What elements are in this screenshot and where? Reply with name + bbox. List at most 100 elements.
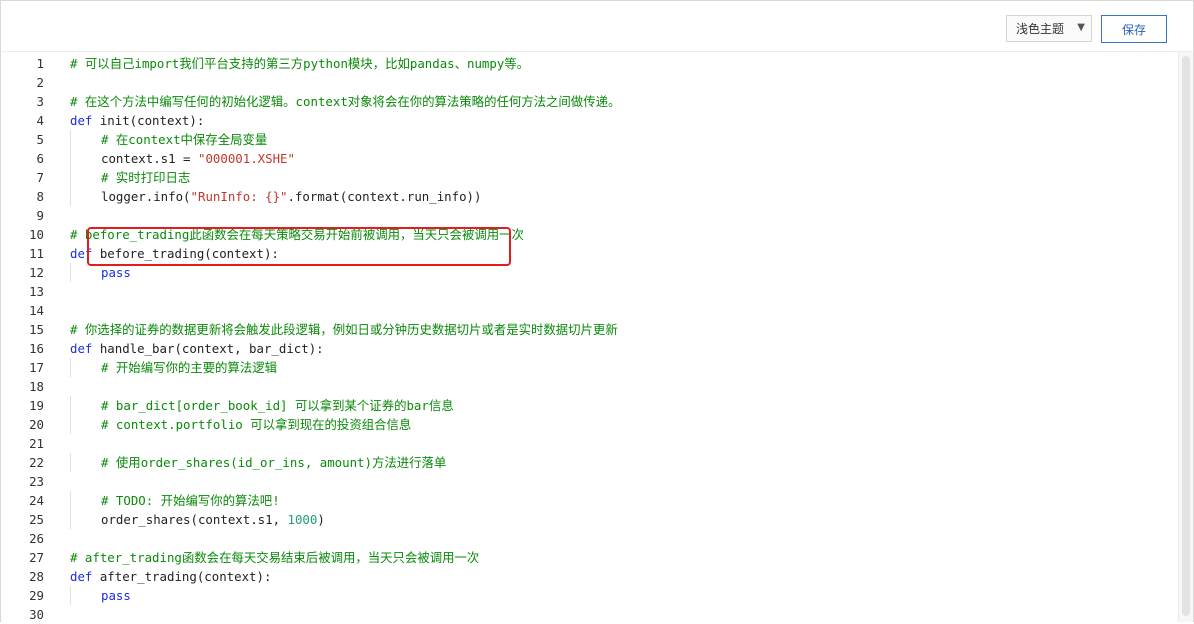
code-line[interactable]: 3 # 在这个方法中编写任何的初始化逻辑。context对象将会在你的算法策略的任… <box>2 92 1178 111</box>
code-keyword: def <box>70 341 100 356</box>
code-line[interactable]: 20 # context.portfolio 可以拿到现在的投资组合信息 <box>2 415 1178 434</box>
editor-window: 浅色主题 ▼ 保存 1 # 可以自己import我们平台支持的第三方python模… <box>0 0 1194 622</box>
code-string: "000001.XSHE" <box>197 151 295 166</box>
annotation-highlight-box <box>87 227 511 266</box>
line-number: 24 <box>29 493 44 508</box>
line-number: 7 <box>36 170 44 185</box>
line-number: 21 <box>29 436 44 451</box>
code-line[interactable]: 7 # 实时打印日志 <box>2 168 1178 187</box>
code-line[interactable]: 30 <box>2 605 1178 624</box>
line-code: context.s1 = "000001.XSHE" <box>70 149 295 168</box>
code-line[interactable]: 29 pass <box>2 586 1178 605</box>
code-line[interactable]: 2 <box>2 73 1178 92</box>
code-comment: # 实时打印日志 <box>101 170 191 185</box>
line-number: 12 <box>29 265 44 280</box>
code-line[interactable]: 26 <box>2 529 1178 548</box>
line-number: 13 <box>29 284 44 299</box>
line-number: 5 <box>36 132 44 147</box>
code-line[interactable]: 21 <box>2 434 1178 453</box>
code-token: order_shares(context.s1, <box>101 512 288 527</box>
line-number: 23 <box>29 474 44 489</box>
code-keyword: pass <box>101 588 131 603</box>
line-number: 15 <box>29 322 44 337</box>
line-number: 26 <box>29 531 44 546</box>
line-code: # TODO: 开始编写你的算法吧! <box>70 491 280 510</box>
code-line[interactable]: 24 # TODO: 开始编写你的算法吧! <box>2 491 1178 510</box>
code-line[interactable]: 25 order_shares(context.s1, 1000) <box>2 510 1178 529</box>
vertical-scrollbar[interactable] <box>1178 52 1193 622</box>
line-code: pass <box>70 586 131 605</box>
line-code: # bar_dict[order_book_id] 可以拿到某个证券的bar信息 <box>70 396 454 415</box>
line-number: 28 <box>29 569 44 584</box>
code-comment: # bar_dict[order_book_id] 可以拿到某个证券的bar信息 <box>101 398 454 413</box>
code-line[interactable]: 28 def after_trading(context): <box>2 567 1178 586</box>
indent-guide <box>70 396 101 415</box>
code-number: 1000 <box>287 512 318 527</box>
theme-select-label: 浅色主题 <box>1016 22 1065 36</box>
line-number: 3 <box>36 94 44 109</box>
code-line[interactable]: 17 # 开始编写你的主要的算法逻辑 <box>2 358 1178 377</box>
code-token: after_trading(context): <box>99 569 272 584</box>
code-line[interactable]: 16 def handle_bar(context, bar_dict): <box>2 339 1178 358</box>
editor-toolbar: 浅色主题 ▼ 保存 <box>2 2 1192 50</box>
line-code: def handle_bar(context, bar_dict): <box>70 339 324 358</box>
line-number: 22 <box>29 455 44 470</box>
code-comment: # 开始编写你的主要的算法逻辑 <box>101 360 277 375</box>
indent-guide <box>70 149 101 168</box>
code-token: context.s1 = <box>101 151 198 166</box>
line-code: # 你选择的证券的数据更新将会触发此段逻辑，例如日或分钟历史数据切片或者是实时数… <box>70 320 618 339</box>
code-line[interactable]: 5 # 在context中保存全局变量 <box>2 130 1178 149</box>
line-code: # 在这个方法中编写任何的初始化逻辑。context对象将会在你的算法策略的任何… <box>70 92 620 111</box>
line-number: 19 <box>29 398 44 413</box>
code-line[interactable]: 14 <box>2 301 1178 320</box>
line-code: order_shares(context.s1, 1000) <box>70 510 325 529</box>
code-line[interactable]: 13 <box>2 282 1178 301</box>
line-number: 8 <box>36 189 44 204</box>
code-line[interactable]: 9 <box>2 206 1178 225</box>
code-comment: # context.portfolio 可以拿到现在的投资组合信息 <box>101 417 412 432</box>
code-comment: # 可以自己import我们平台支持的第三方python模块，比如pandas、… <box>70 56 530 71</box>
line-number: 17 <box>29 360 44 375</box>
line-code: # 实时打印日志 <box>70 168 190 187</box>
line-number: 14 <box>29 303 44 318</box>
code-token: logger.info( <box>101 189 191 204</box>
code-token: ) <box>317 512 325 527</box>
line-number: 9 <box>36 208 44 223</box>
line-code: # 可以自己import我们平台支持的第三方python模块，比如pandas、… <box>70 54 529 73</box>
line-code: # context.portfolio 可以拿到现在的投资组合信息 <box>70 415 411 434</box>
line-number: 1 <box>36 56 44 71</box>
code-editor[interactable]: 1 # 可以自己import我们平台支持的第三方python模块，比如pandas… <box>2 51 1193 624</box>
code-line[interactable]: 8 logger.info("RunInfo: {}".format(contex… <box>2 187 1178 206</box>
code-comment: # TODO: 开始编写你的算法吧! <box>101 493 280 508</box>
indent-guide <box>70 187 101 206</box>
line-number: 27 <box>29 550 44 565</box>
code-line[interactable]: 19 # bar_dict[order_book_id] 可以拿到某个证券的bar… <box>2 396 1178 415</box>
code-line[interactable]: 23 <box>2 472 1178 491</box>
code-token: .format(context.run_info)) <box>287 189 482 204</box>
chevron-down-icon: ▼ <box>1077 22 1085 33</box>
code-line[interactable]: 18 <box>2 377 1178 396</box>
code-line[interactable]: 27 # after_trading函数会在每天交易结束后被调用，当天只会被调用一… <box>2 548 1178 567</box>
save-button[interactable]: 保存 <box>1101 15 1167 43</box>
code-line[interactable]: 4 def init(context): <box>2 111 1178 130</box>
line-code: def after_trading(context): <box>70 567 271 586</box>
code-line[interactable]: 6 context.s1 = "000001.XSHE" <box>2 149 1178 168</box>
indent-guide <box>70 358 101 377</box>
code-comment: # 在context中保存全局变量 <box>101 132 268 147</box>
scrollbar-thumb[interactable] <box>1182 56 1190 616</box>
line-code: # after_trading函数会在每天交易结束后被调用，当天只会被调用一次 <box>70 548 479 567</box>
code-comment: # 使用order_shares(id_or_ins, amount)方法进行落… <box>101 455 447 470</box>
code-line[interactable]: 15 # 你选择的证券的数据更新将会触发此段逻辑，例如日或分钟历史数据切片或者是实… <box>2 320 1178 339</box>
theme-select[interactable]: 浅色主题 ▼ <box>1006 15 1092 42</box>
line-number: 2 <box>36 75 44 90</box>
line-number: 25 <box>29 512 44 527</box>
code-line[interactable]: 22 # 使用order_shares(id_or_ins, amount)方法进… <box>2 453 1178 472</box>
code-line[interactable]: 1 # 可以自己import我们平台支持的第三方python模块，比如pandas… <box>2 54 1178 73</box>
line-number: 10 <box>29 227 44 242</box>
code-comment: # 你选择的证券的数据更新将会触发此段逻辑，例如日或分钟历史数据切片或者是实时数… <box>70 322 618 337</box>
indent-guide <box>70 415 101 434</box>
line-number: 20 <box>29 417 44 432</box>
indent-guide <box>70 168 101 187</box>
line-number: 4 <box>36 113 44 128</box>
line-number: 29 <box>29 588 44 603</box>
